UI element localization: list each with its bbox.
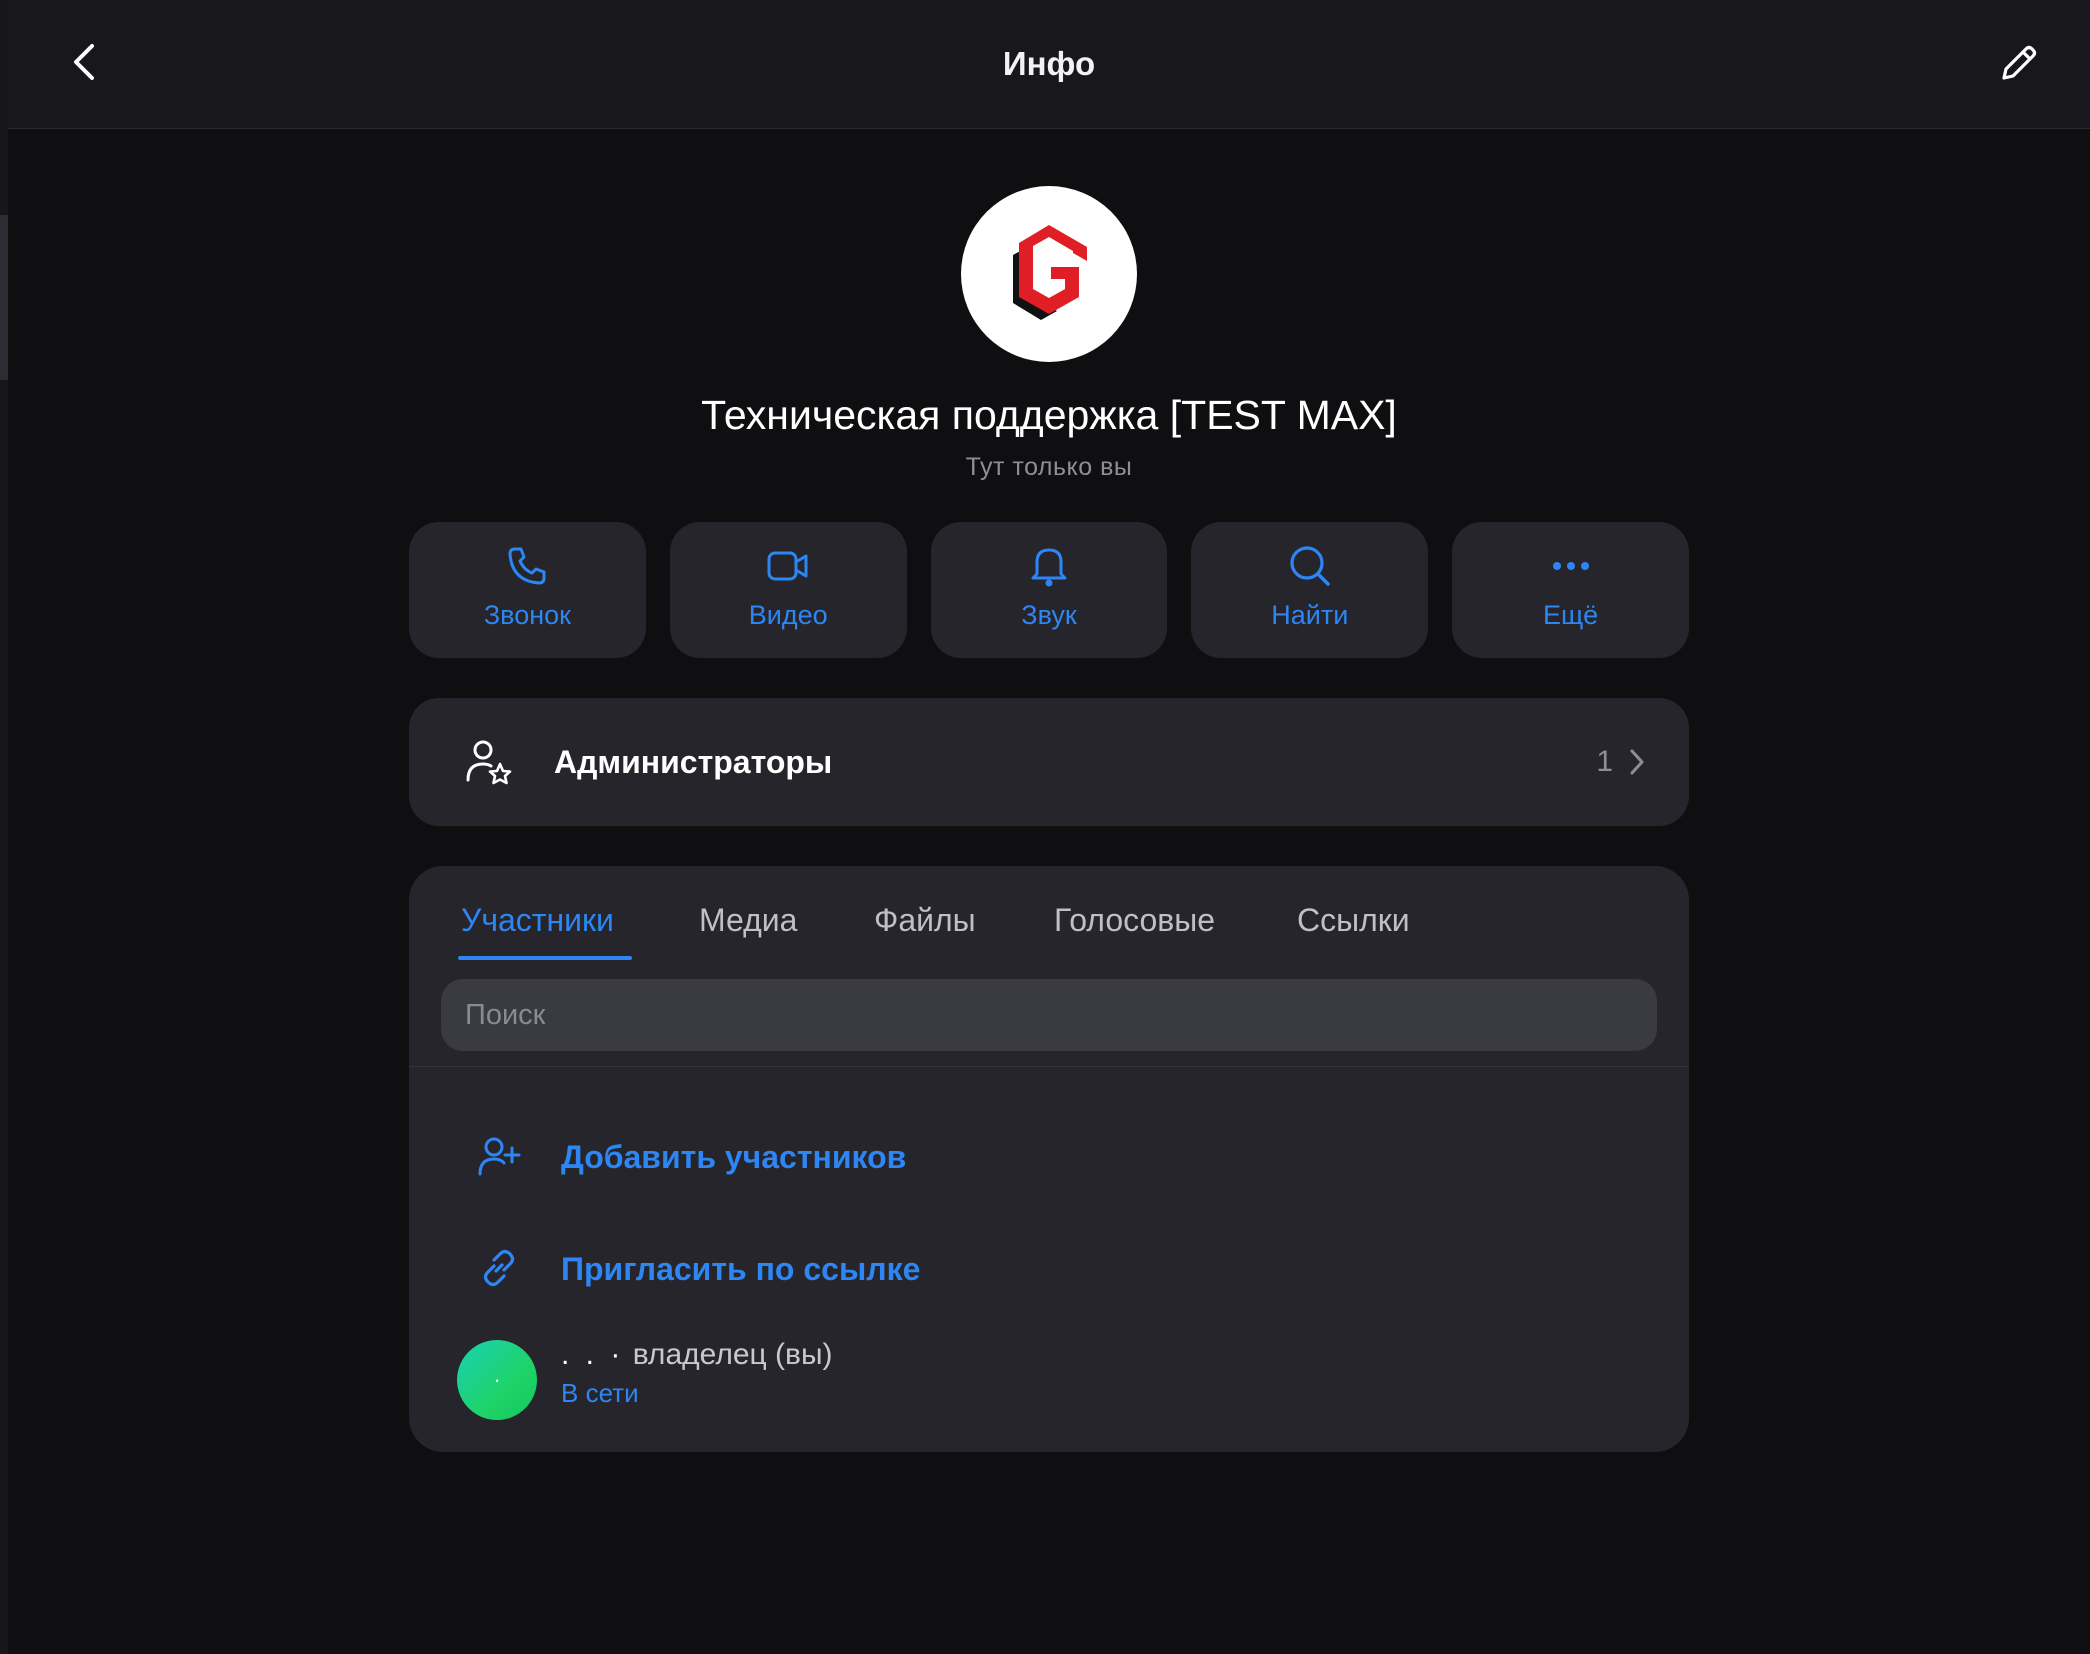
call-button[interactable]: Звонок [409,522,646,658]
find-label: Найти [1271,600,1349,630]
video-icon [766,542,810,590]
sound-label: Звук [1021,600,1077,630]
video-button[interactable]: Видео [669,522,907,658]
tab-media[interactable]: Медиа [699,902,797,939]
tab-links[interactable]: Ссылки [1297,902,1410,939]
edit-button[interactable] [1986,36,2050,96]
search-icon [1288,542,1332,590]
bell-icon [1029,542,1069,590]
group-name: Техническая поддержка [TEST MAX] [701,392,1397,438]
tab-voice[interactable]: Голосовые [1054,902,1215,939]
member-role: владелец (вы) [632,1338,833,1371]
tab-members[interactable]: Участники [461,902,614,939]
pencil-icon [1996,42,2040,91]
sound-button[interactable]: Звук [930,522,1168,658]
add-members-label: Добавить участников [561,1139,907,1175]
call-label: Звонок [483,600,571,630]
add-members-button[interactable]: Добавить участников [409,1112,1689,1202]
avatar: · [457,1340,537,1420]
invite-link-label: Пригласить по ссылке [561,1251,921,1287]
group-avatar[interactable] [961,186,1137,362]
action-buttons: Звонок Видео Звук Найти Ещё [409,522,1689,658]
member-status: В сети [561,1378,639,1408]
page-title: Инфо [1002,45,1096,82]
more-icon [1551,542,1591,590]
link-icon [477,1246,521,1295]
administrators-label: Администраторы [554,744,833,780]
administrators-count: 1 [1596,745,1613,778]
member-name-dots: . . · [561,1338,625,1371]
top-bar: Инфо [8,0,2090,129]
member-name: . . · владелец (вы) [561,1338,833,1372]
tab-files[interactable]: Файлы [874,902,976,939]
chevron-right-icon [1629,748,1645,781]
video-label: Видео [748,600,828,630]
phone-icon [506,542,548,590]
scrollbar-thumb[interactable] [0,215,8,380]
more-button[interactable]: Ещё [1452,522,1689,658]
active-tab-indicator [458,956,632,960]
user-star-icon [465,738,513,791]
members-panel: Участники Медиа Файлы Голосовые Ссылки Д… [409,866,1689,1452]
group-subtitle: Тут только вы [965,453,1133,481]
find-button[interactable]: Найти [1191,522,1429,658]
invite-link-button[interactable]: Пригласить по ссылке [409,1224,1689,1314]
tab-bar: Участники Медиа Файлы Голосовые Ссылки [409,866,1689,962]
administrators-row[interactable]: Администраторы 1 [409,698,1689,826]
group-logo-icon [999,217,1099,332]
search-input[interactable] [441,979,1657,1051]
member-row[interactable]: · . . · владелец (вы) В сети [409,1332,1689,1442]
more-label: Ещё [1542,600,1599,630]
divider [409,1066,1689,1067]
add-user-icon [477,1134,521,1183]
